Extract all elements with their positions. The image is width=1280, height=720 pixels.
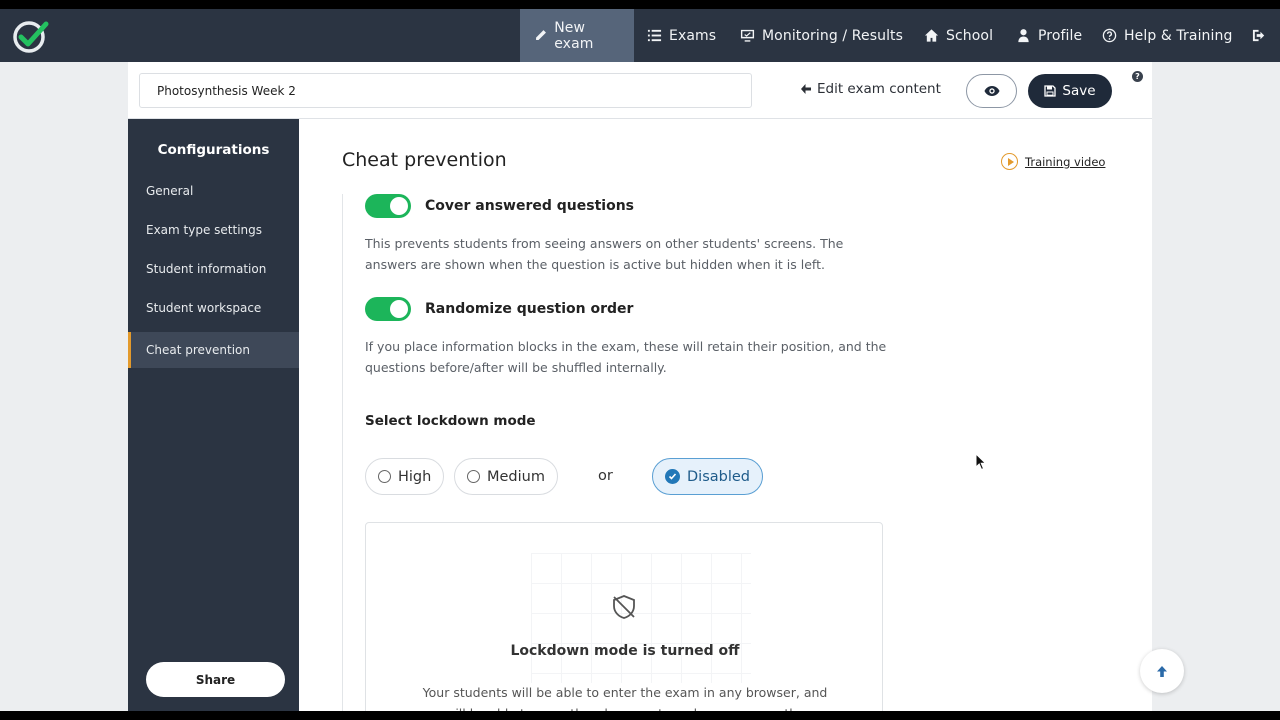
nav-monitoring-label: Monitoring / Results — [762, 27, 904, 44]
arrow-left-icon — [801, 84, 811, 94]
save-button[interactable]: Save — [1028, 74, 1112, 108]
nav-exams[interactable]: Exams — [647, 9, 716, 62]
nav-profile-label: Profile — [1038, 27, 1083, 44]
training-video-link[interactable]: Training video — [1001, 153, 1105, 170]
lockdown-off-title: Lockdown mode is turned off — [510, 643, 740, 659]
sidebar-item-cheat-prevention[interactable]: Cheat prevention — [128, 332, 306, 368]
exam-title-input[interactable] — [139, 73, 752, 108]
lockdown-off-description: Your students will be able to enter the … — [422, 685, 828, 711]
nav-school-label: School — [946, 27, 994, 44]
lockdown-status-card: Lockdown mode is turned off Your student… — [365, 522, 883, 711]
randomize-order-toggle[interactable] — [365, 297, 411, 321]
nav-profile[interactable]: Profile — [1016, 9, 1082, 62]
home-icon — [924, 29, 939, 42]
share-button[interactable]: Share — [146, 662, 285, 697]
grid-background — [531, 553, 751, 683]
page-title: Cheat prevention — [342, 149, 507, 171]
logout-icon[interactable] — [1252, 28, 1267, 43]
sidebar-item-label: Student workspace — [146, 301, 262, 315]
nav-new-exam-label: New exam — [554, 19, 594, 52]
save-button-label: Save — [1062, 83, 1096, 99]
floppy-disk-icon — [1044, 85, 1057, 97]
exam-header-bar: Edit exam content Save ? — [128, 62, 1152, 119]
share-button-label: Share — [195, 672, 236, 687]
lockdown-medium-label: Medium — [487, 468, 545, 485]
nav-school[interactable]: School — [924, 9, 993, 62]
main-content: Cheat prevention Training video Cover an… — [299, 119, 1152, 711]
lockdown-mode-label: Select lockdown mode — [365, 413, 536, 429]
app-logo-icon[interactable] — [12, 19, 50, 53]
cover-answered-toggle[interactable] — [365, 194, 411, 218]
eye-icon — [984, 86, 999, 96]
randomize-order-description: If you place information blocks in the e… — [365, 339, 887, 375]
cover-answered-description: This prevents students from seeing answe… — [365, 236, 844, 272]
sidebar-item-general[interactable]: General — [128, 173, 299, 209]
nav-monitoring-results[interactable]: Monitoring / Results — [740, 9, 903, 62]
cover-answered-label: Cover answered questions — [425, 198, 634, 214]
sidebar-item-label: Exam type settings — [146, 223, 263, 237]
edit-exam-content-link[interactable]: Edit exam content — [800, 81, 941, 97]
sidebar-item-student-information[interactable]: Student information — [128, 251, 299, 287]
sidebar-item-label: General — [146, 184, 194, 198]
monitor-icon — [740, 29, 755, 42]
lockdown-high-label: High — [398, 468, 432, 485]
play-circle-icon — [1001, 153, 1018, 170]
sidebar-title: Configurations — [157, 142, 270, 158]
lockdown-disabled-radio[interactable]: Disabled — [652, 458, 763, 495]
help-question-icon[interactable]: ? — [1132, 71, 1143, 82]
pencil-icon — [536, 30, 546, 41]
question-circle-icon — [1102, 28, 1117, 43]
nav-help-label: Help & Training — [1124, 27, 1233, 44]
sidebar-item-exam-type-settings[interactable]: Exam type settings — [128, 212, 299, 248]
lockdown-high-radio[interactable]: High — [365, 458, 445, 495]
preview-button[interactable] — [966, 74, 1017, 108]
shield-off-icon — [613, 595, 635, 619]
randomize-order-label: Randomize question order — [425, 301, 634, 317]
nav-new-exam[interactable]: New exam — [520, 9, 634, 62]
scroll-to-top-button[interactable] — [1140, 649, 1184, 693]
training-video-label: Training video — [1025, 154, 1106, 169]
user-icon — [1018, 29, 1029, 43]
radio-unchecked-icon — [467, 470, 480, 483]
or-separator: or — [598, 468, 613, 484]
sidebar-item-student-workspace[interactable]: Student workspace — [128, 290, 299, 326]
lockdown-disabled-label: Disabled — [687, 468, 750, 485]
mouse-cursor-icon — [975, 453, 987, 471]
app-frame: New exam Exams Monitoring / Results Scho… — [0, 9, 1280, 711]
nav-help-training[interactable]: Help & Training — [1102, 9, 1232, 62]
check-circle-icon — [665, 469, 680, 484]
arrow-up-icon — [1157, 665, 1167, 677]
sidebar-item-label: Student information — [146, 262, 267, 276]
nav-exams-label: Exams — [669, 27, 717, 44]
list-icon — [647, 29, 662, 42]
lockdown-medium-radio[interactable]: Medium — [454, 458, 558, 495]
sidebar-item-label: Cheat prevention — [146, 343, 250, 357]
top-navbar: New exam Exams Monitoring / Results Scho… — [0, 9, 1280, 62]
right-gutter — [1152, 62, 1280, 711]
edit-exam-content-label: Edit exam content — [817, 81, 941, 97]
configurations-sidebar: Configurations General Exam type setting… — [128, 119, 306, 711]
radio-unchecked-icon — [378, 470, 391, 483]
section-divider — [342, 194, 343, 711]
